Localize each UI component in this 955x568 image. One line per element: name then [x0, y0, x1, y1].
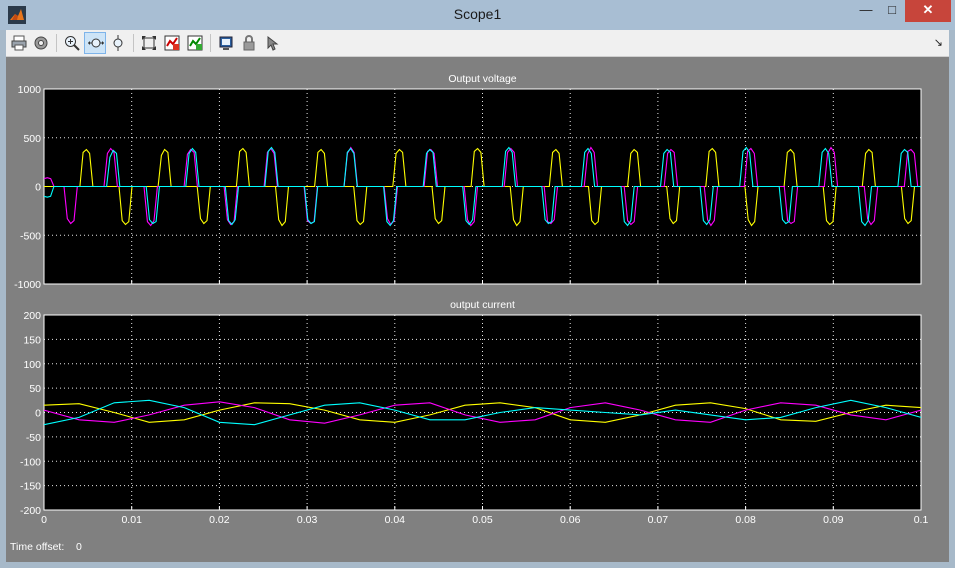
lock-button[interactable]	[238, 32, 260, 54]
maximize-button[interactable]: □	[879, 0, 905, 22]
signal-selector-icon	[267, 35, 279, 51]
voltage-y-tick-label: 500	[23, 133, 41, 145]
voltage-y-tick-label: 1000	[18, 84, 42, 96]
restore-axes-button[interactable]	[184, 32, 206, 54]
current-y-tick-label: 0	[35, 408, 41, 420]
window-title: Scope1	[453, 6, 502, 22]
current-y-tick-label: -100	[20, 456, 41, 468]
save-axes-button[interactable]	[161, 32, 183, 54]
x-tick-label: 0.03	[297, 514, 318, 526]
print-button[interactable]	[8, 32, 30, 54]
current-y-tick-label: -150	[20, 481, 41, 493]
voltage-y-tick-label: -500	[20, 230, 41, 242]
x-tick-label: 0.02	[209, 514, 230, 526]
restore-axes-icon	[187, 35, 203, 51]
current-y-tick-label: 150	[23, 334, 41, 346]
x-tick-label: 0.1	[914, 514, 929, 526]
x-tick-label: 0.09	[823, 514, 844, 526]
title-bar[interactable]: Scope1 — □ ✕	[0, 0, 955, 30]
current-axes	[43, 314, 922, 511]
current-y-tick-label: 50	[29, 383, 41, 395]
time-offset-value: 0	[76, 541, 82, 553]
x-tick-label: 0.05	[472, 514, 493, 526]
parameters-button[interactable]	[30, 32, 52, 54]
print-icon	[11, 35, 27, 51]
toolbar-separator	[56, 34, 57, 52]
zoom-y-icon	[113, 35, 123, 51]
voltage-y-tick-label: 0	[35, 182, 41, 194]
scope-plots: Output voltage10005000-500-1000output cu…	[14, 73, 929, 526]
save-axes-icon	[164, 35, 180, 51]
floating-scope-icon	[219, 36, 233, 50]
zoom-icon	[65, 36, 80, 51]
x-tick-label: 0.08	[735, 514, 756, 526]
toolbar-separator	[133, 34, 134, 52]
x-tick-label: 0.01	[121, 514, 142, 526]
minimize-button[interactable]: —	[853, 0, 879, 22]
current-title: output current	[450, 299, 515, 311]
toolbar-separator	[210, 34, 211, 52]
time-offset-label: Time offset:	[10, 541, 65, 553]
dock-arrow-icon[interactable]: ↘	[934, 36, 943, 49]
zoom-x-button[interactable]	[84, 32, 106, 54]
autoscale-button[interactable]	[138, 32, 160, 54]
floating-scope-button[interactable]	[215, 32, 237, 54]
scope-panel: Output voltage 1000 500 0 -500 -1000 output cu…	[6, 57, 949, 562]
zoom-x-icon	[88, 38, 104, 48]
voltage-y-tick-label: -1000	[14, 279, 41, 291]
voltage-title: Output voltage	[448, 73, 516, 85]
autoscale-icon	[142, 36, 156, 50]
x-tick-label: 0.07	[648, 514, 669, 526]
x-tick-label: 0	[41, 514, 47, 526]
zoom-y-button[interactable]	[107, 32, 129, 54]
scope-window: Scope1 — □ ✕ ↘ Output voltage 1000 500 0…	[0, 0, 955, 568]
current-y-tick-label: -50	[26, 432, 41, 444]
current-y-tick-label: 100	[23, 359, 41, 371]
signal-selector-button[interactable]	[261, 32, 283, 54]
current-y-tick-label: -200	[20, 505, 41, 517]
close-button[interactable]: ✕	[905, 0, 951, 22]
x-tick-label: 0.06	[560, 514, 581, 526]
current-y-tick-label: 200	[23, 310, 41, 322]
toolbar: ↘	[6, 30, 949, 57]
zoom-button[interactable]	[61, 32, 83, 54]
lock-icon	[243, 35, 255, 51]
parameters-icon	[34, 36, 48, 50]
x-tick-label: 0.04	[385, 514, 406, 526]
